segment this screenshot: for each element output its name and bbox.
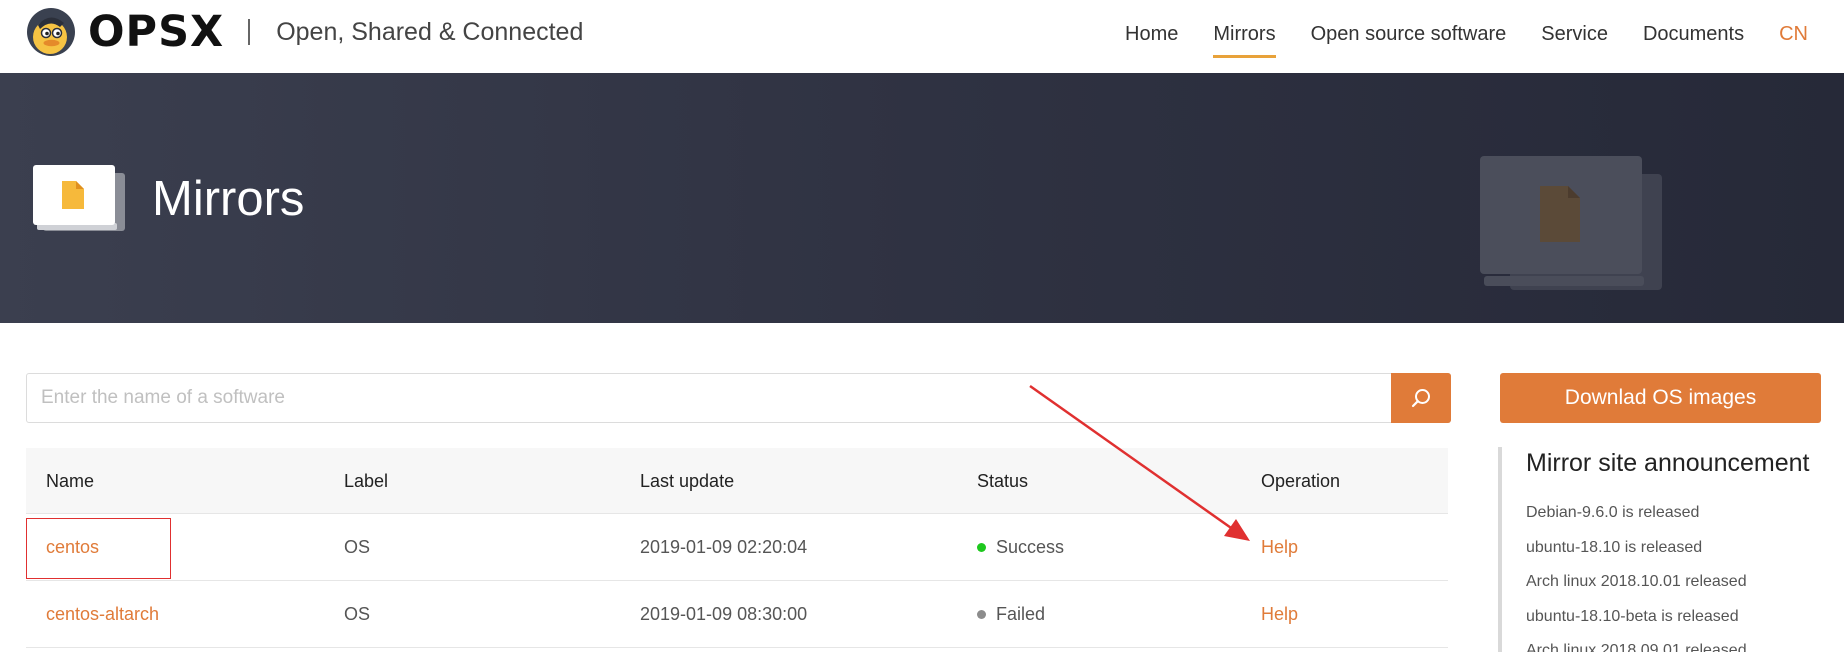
duck-mascot-icon [27, 8, 75, 56]
page-title: Mirrors [152, 172, 305, 226]
announcement-item[interactable]: Arch linux 2018.09.01 released [1526, 634, 1844, 652]
decorative-document-icon [1480, 156, 1662, 290]
help-link[interactable]: Help [1261, 514, 1298, 581]
nav-mirrors[interactable]: Mirrors [1213, 0, 1276, 73]
column-header-last-update: Last update [640, 471, 735, 491]
mirror-name-link[interactable]: centos-altarch [46, 581, 159, 648]
brand[interactable]: OPSX Open, Shared & Connected [26, 6, 583, 58]
mirror-label: OS [344, 537, 371, 557]
mirror-name-link[interactable]: centos [46, 514, 99, 581]
mirror-last-update: 2019-01-09 08:30:00 [640, 604, 808, 624]
site-tagline: Open, Shared & Connected [276, 17, 584, 46]
nav-service[interactable]: Service [1541, 0, 1608, 73]
announcement-item[interactable]: Debian-9.6.0 is released [1526, 496, 1844, 531]
table-row: centos-altarch OS 2019-01-09 08:30:00 Fa… [26, 581, 1448, 648]
search-button[interactable] [1391, 373, 1451, 423]
search-icon [1411, 389, 1430, 408]
search-bar [26, 373, 1451, 423]
column-header-status: Status [977, 471, 1029, 491]
nav-open-source-software[interactable]: Open source software [1311, 0, 1507, 73]
search-input[interactable] [27, 374, 1391, 422]
logo-divider [248, 19, 251, 45]
mirrors-table: Name Label Last update Status Operation … [26, 448, 1448, 648]
document-stack-icon [33, 165, 125, 231]
nav-home[interactable]: Home [1125, 0, 1178, 73]
main-nav: Home Mirrors Open source software Servic… [1090, 0, 1808, 73]
mirror-last-update: 2019-01-09 02:20:04 [640, 537, 808, 557]
status-failed-dot [977, 610, 986, 619]
column-header-name: Name [46, 471, 95, 491]
status-text: Failed [996, 604, 1046, 624]
mirror-status: Failed [977, 581, 1045, 648]
status-text: Success [996, 537, 1065, 557]
announcement-item[interactable]: ubuntu-18.10 is released [1526, 531, 1844, 566]
status-success-dot [977, 543, 986, 552]
mirror-status: Success [977, 514, 1064, 581]
page-banner: Mirrors [0, 73, 1844, 323]
top-header: OPSX Open, Shared & Connected Home Mirro… [0, 0, 1844, 73]
announcement-list: Debian-9.6.0 is released ubuntu-18.10 is… [1526, 496, 1844, 652]
nav-documents[interactable]: Documents [1643, 0, 1744, 73]
announcement-title: Mirror site announcement [1526, 449, 1810, 477]
mirror-label: OS [344, 604, 371, 624]
announcement-item[interactable]: ubuntu-18.10-beta is released [1526, 600, 1844, 635]
logo-text: OPSX [88, 7, 225, 57]
download-os-images-button[interactable]: Downlad OS images [1500, 373, 1821, 423]
table-row: centos OS 2019-01-09 02:20:04 Success He… [26, 514, 1448, 581]
column-header-label: Label [344, 471, 389, 491]
announcement-panel: Mirror site announcement Debian-9.6.0 is… [1498, 447, 1844, 652]
language-switch-cn[interactable]: CN [1779, 0, 1808, 73]
help-link[interactable]: Help [1261, 581, 1298, 648]
announcement-item[interactable]: Arch linux 2018.10.01 released [1526, 565, 1844, 600]
column-header-operation: Operation [1261, 471, 1341, 491]
table-header: Name Label Last update Status Operation [26, 448, 1448, 514]
